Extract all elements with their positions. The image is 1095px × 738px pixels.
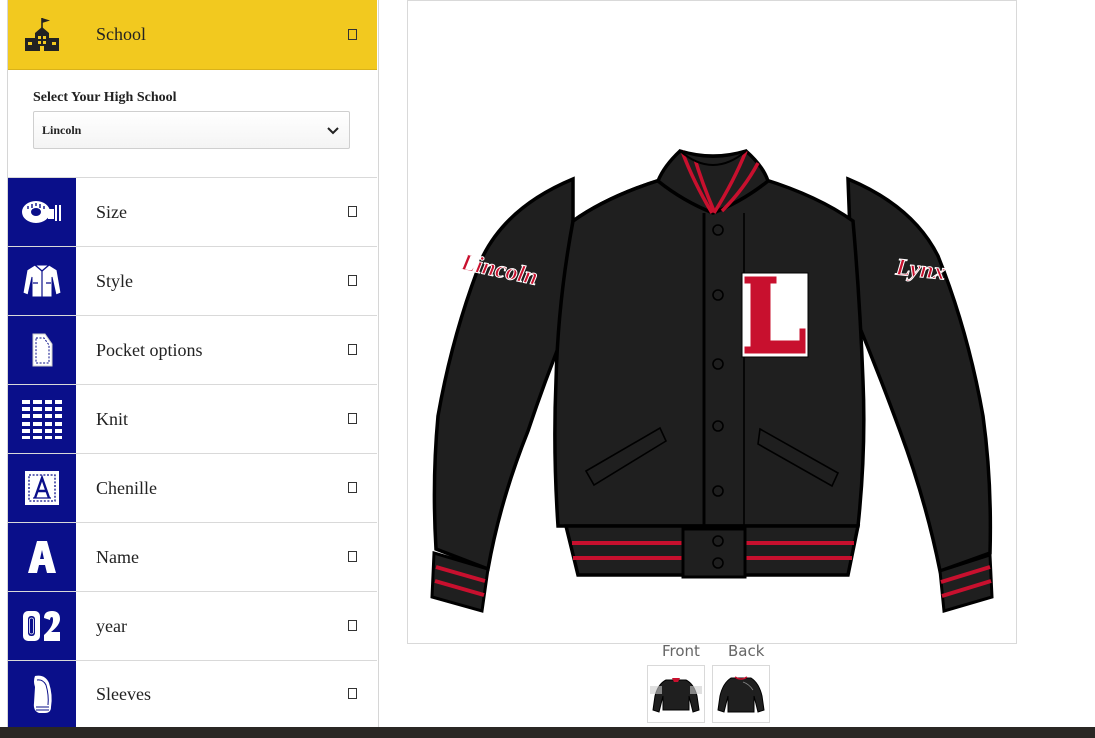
high-school-select[interactable]: Lincoln (33, 111, 350, 149)
menu-item-name[interactable]: Name (8, 523, 377, 592)
menu-item-year[interactable]: year (8, 592, 377, 661)
chevron-down-icon (327, 125, 339, 140)
pocket-icon (8, 316, 76, 384)
menu-item-style[interactable]: Style (8, 247, 377, 316)
year-number-icon (8, 592, 76, 660)
jacket-preview-panel: L Lincoln Lynx (407, 0, 1017, 644)
menu-item-label: Name (96, 547, 139, 567)
menu-item-label: Chenille (96, 478, 157, 498)
expand-toggle-icon[interactable] (348, 620, 357, 631)
school-building-icon (8, 0, 76, 69)
expand-toggle-icon[interactable] (348, 275, 357, 286)
school-section-header[interactable]: School (8, 0, 377, 70)
expand-toggle-icon[interactable] (348, 482, 357, 493)
right-sleeve-patch: Lynx (894, 254, 947, 285)
expand-toggle-icon[interactable] (348, 344, 357, 355)
menu-item-label: Sleeves (96, 684, 151, 704)
expand-toggle-icon[interactable] (348, 688, 357, 699)
menu-item-label: Knit (96, 409, 129, 429)
expand-toggle-icon[interactable] (348, 551, 357, 562)
jacket-front-image: L Lincoln Lynx (430, 149, 994, 613)
knit-stripes-icon (8, 385, 76, 453)
options-sidebar: School Select Your High School Lincoln S… (7, 0, 379, 738)
front-view-label: Front (662, 642, 700, 660)
school-select-panel: Select Your High School Lincoln (8, 70, 377, 178)
menu-item-sleeves[interactable]: Sleeves (8, 661, 377, 727)
jacket-style-icon (8, 247, 76, 315)
menu-item-label: year (96, 616, 127, 636)
tape-measure-icon (8, 178, 76, 246)
menu-item-label: Size (96, 202, 127, 222)
menu-item-chenille[interactable]: Chenille (8, 454, 377, 523)
back-view-thumbnail[interactable] (712, 665, 770, 723)
menu-item-pocket-options[interactable]: Pocket options (8, 316, 377, 385)
taskbar (0, 727, 1095, 738)
expand-toggle-icon[interactable] (348, 413, 357, 424)
expand-toggle-icon[interactable] (348, 29, 357, 40)
menu-item-size[interactable]: Size (8, 178, 377, 247)
high-school-select-value: Lincoln (42, 123, 82, 137)
back-view-label: Back (728, 642, 765, 660)
sleeve-icon (8, 661, 76, 727)
menu-item-label: Pocket options (96, 340, 203, 360)
chenille-letter-icon (8, 454, 76, 522)
menu-item-label: Style (96, 271, 134, 291)
menu-item-knit[interactable]: Knit (8, 385, 377, 454)
letter-a-icon (8, 523, 76, 591)
school-section-label: School (96, 24, 147, 44)
select-school-label: Select Your High School (33, 90, 177, 105)
expand-toggle-icon[interactable] (348, 206, 357, 217)
front-view-thumbnail[interactable] (647, 665, 705, 723)
